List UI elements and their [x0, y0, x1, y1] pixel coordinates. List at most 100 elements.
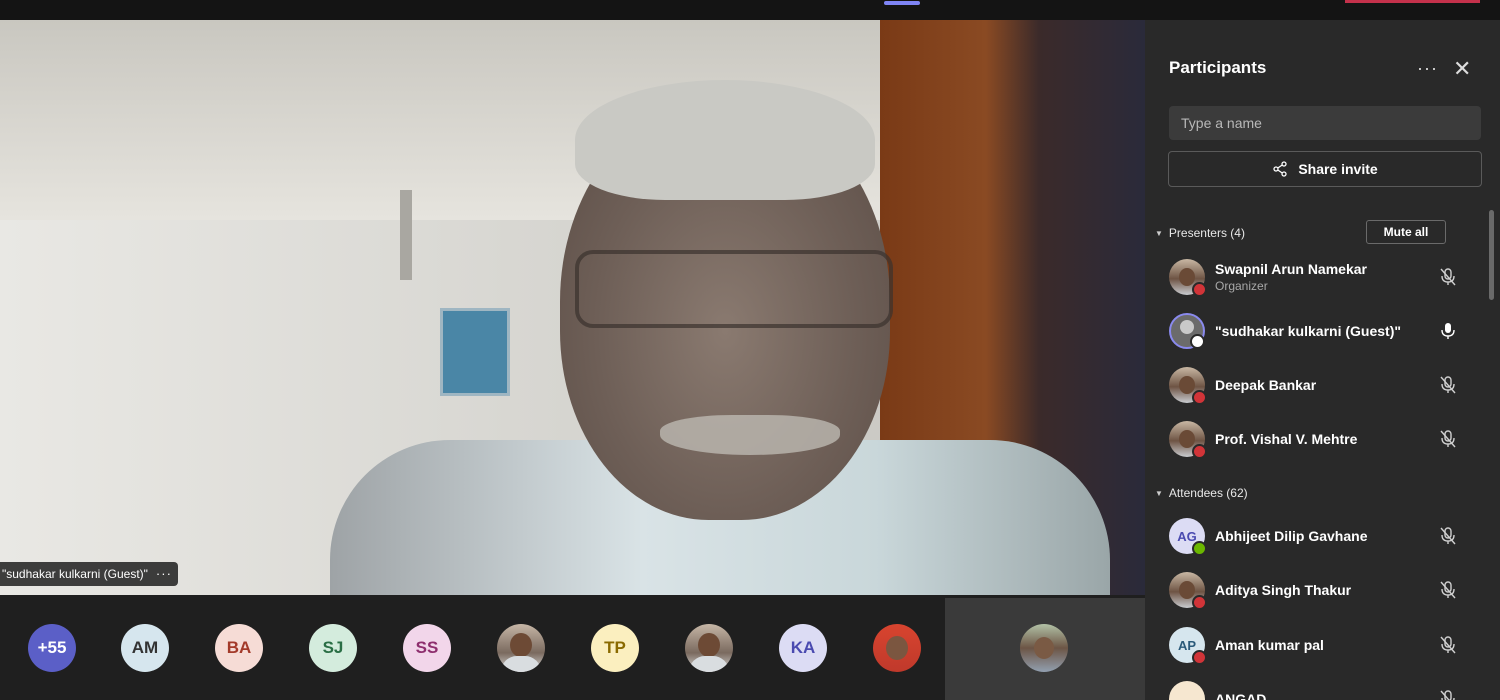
avatar — [1169, 681, 1205, 700]
guest-person-icon — [1180, 320, 1194, 334]
avatar: AP — [1169, 627, 1207, 665]
self-view[interactable] — [945, 598, 1145, 700]
gallery-tile-initials[interactable]: KA — [779, 624, 827, 672]
participant-names: ANGAD — [1215, 691, 1437, 700]
panel-scrollbar[interactable] — [1489, 210, 1494, 300]
participant-name: "sudhakar kulkarni (Guest)" — [1215, 323, 1401, 339]
tile-label: +55 — [37, 638, 67, 657]
presence-status-icon — [1192, 595, 1207, 610]
mic-off-icon[interactable] — [1439, 429, 1457, 449]
video-wall-frame — [440, 308, 510, 396]
gallery-tile-initials[interactable]: SJ — [309, 624, 357, 672]
avatar — [1169, 259, 1207, 297]
presence-status-icon — [1192, 390, 1207, 405]
avatar-face — [1179, 268, 1195, 286]
participant-name: Aman kumar pal — [1215, 637, 1324, 653]
tile-label: KA — [790, 638, 816, 657]
participant-name: Swapnil Arun Namekar — [1215, 261, 1367, 277]
participant-names: Prof. Vishal V. Mehtre — [1215, 431, 1437, 447]
presence-status-icon — [1192, 282, 1207, 297]
share-invite-label: Share invite — [1298, 161, 1378, 177]
avatar-face — [1179, 376, 1195, 394]
participant-names: Deepak Bankar — [1215, 377, 1437, 393]
mic-off-icon[interactable] — [1439, 375, 1457, 395]
presence-status-icon — [1192, 444, 1207, 459]
chevron-down-icon: ▼ — [1155, 228, 1163, 238]
tile-label: BA — [226, 638, 252, 657]
tile-label: SS — [415, 638, 439, 657]
speaker-name-tag[interactable]: "sudhakar kulkarni (Guest)" ··· — [0, 562, 178, 586]
tile-label: TP — [604, 638, 626, 657]
participant-row[interactable]: AP Aman kumar pal — [1169, 625, 1489, 665]
close-icon[interactable]: ✕ — [1453, 56, 1471, 82]
participant-names: Aditya Singh Thakur — [1215, 582, 1437, 598]
participant-name: Prof. Vishal V. Mehtre — [1215, 431, 1358, 447]
main-video — [0, 20, 1145, 595]
mic-off-icon[interactable] — [1439, 689, 1457, 700]
participant-names: "sudhakar kulkarni (Guest)" — [1215, 323, 1437, 339]
mic-off-icon[interactable] — [1439, 580, 1457, 600]
mute-all-button[interactable]: Mute all — [1366, 220, 1446, 244]
avatar-body — [501, 656, 541, 672]
video-person-hair — [575, 80, 875, 200]
share-invite-button[interactable]: Share invite — [1168, 151, 1482, 187]
avatar: AG — [1169, 518, 1207, 556]
top-bar — [0, 0, 1500, 20]
participant-role: Organizer — [1215, 279, 1268, 293]
panel-title: Participants — [1169, 58, 1267, 77]
active-tab-indicator — [884, 1, 920, 5]
presenters-header[interactable]: ▼ Presenters (4) — [1155, 226, 1245, 240]
more-options-icon[interactable]: ··· — [1417, 58, 1438, 79]
participant-row[interactable]: Aditya Singh Thakur — [1169, 570, 1489, 610]
more-options-icon[interactable]: ··· — [156, 562, 172, 586]
participant-names: Abhijeet Dilip Gavhane — [1215, 528, 1437, 544]
presence-status-icon — [1192, 650, 1207, 665]
participant-name: Abhijeet Dilip Gavhane — [1215, 528, 1368, 544]
participant-row[interactable]: "sudhakar kulkarni (Guest)" — [1169, 311, 1489, 351]
participant-row[interactable]: Swapnil Arun Namekar Organizer — [1169, 257, 1489, 297]
participant-row[interactable]: ANGAD — [1169, 679, 1489, 700]
search-input[interactable] — [1169, 106, 1481, 140]
mic-off-icon[interactable] — [1439, 267, 1457, 287]
mic-off-icon[interactable] — [1439, 526, 1457, 546]
participant-name: Deepak Bankar — [1215, 377, 1317, 393]
participant-row[interactable]: Prof. Vishal V. Mehtre — [1169, 419, 1489, 459]
gallery-tile-avatar[interactable] — [685, 624, 733, 672]
participant-name: ANGAD — [1215, 691, 1267, 700]
avatar-face — [1179, 430, 1195, 448]
attendees-header[interactable]: ▼ Attendees (62) — [1155, 486, 1248, 500]
tile-label: AM — [131, 638, 159, 657]
avatar-face — [1179, 581, 1195, 599]
video-person-glasses — [575, 250, 893, 328]
gallery-tile-avatar[interactable] — [873, 624, 921, 672]
speaker-name: "sudhakar kulkarni (Guest)" — [2, 567, 148, 581]
mic-icon[interactable] — [1439, 321, 1457, 341]
gallery-tile-initials[interactable]: SS — [403, 624, 451, 672]
participant-row[interactable]: AG Abhijeet Dilip Gavhane — [1169, 516, 1489, 556]
video-ceiling-fan — [400, 190, 412, 280]
avatar — [1169, 572, 1207, 610]
tile-label: SJ — [322, 638, 344, 657]
gallery-overflow-count[interactable]: +55 — [28, 624, 76, 672]
avatar-face — [886, 636, 908, 660]
self-view-avatar — [1020, 624, 1068, 672]
avatar-initials: AG — [1177, 528, 1197, 544]
presence-status-icon — [1190, 334, 1205, 349]
attendees-header-label: Attendees (62) — [1168, 486, 1248, 500]
mic-off-icon[interactable] — [1439, 635, 1457, 655]
participants-panel: Participants ··· ✕ Share invite ▼ Presen… — [1145, 20, 1500, 700]
participant-gallery: +55 AM BA SJ SS TP KA — [0, 598, 945, 700]
chevron-down-icon: ▼ — [1155, 488, 1163, 498]
avatar-face — [698, 633, 720, 657]
presenters-header-label: Presenters (4) — [1168, 226, 1245, 240]
participant-row[interactable]: Deepak Bankar — [1169, 365, 1489, 405]
leave-button[interactable] — [1345, 0, 1480, 3]
avatar — [1169, 367, 1207, 405]
gallery-tile-avatar[interactable] — [497, 624, 545, 672]
gallery-tile-initials[interactable]: BA — [215, 624, 263, 672]
share-icon — [1273, 161, 1287, 177]
gallery-tile-initials[interactable]: AM — [121, 624, 169, 672]
avatar-initials: AP — [1177, 637, 1197, 653]
gallery-tile-initials[interactable]: TP — [591, 624, 639, 672]
video-person-mustache — [660, 415, 840, 455]
